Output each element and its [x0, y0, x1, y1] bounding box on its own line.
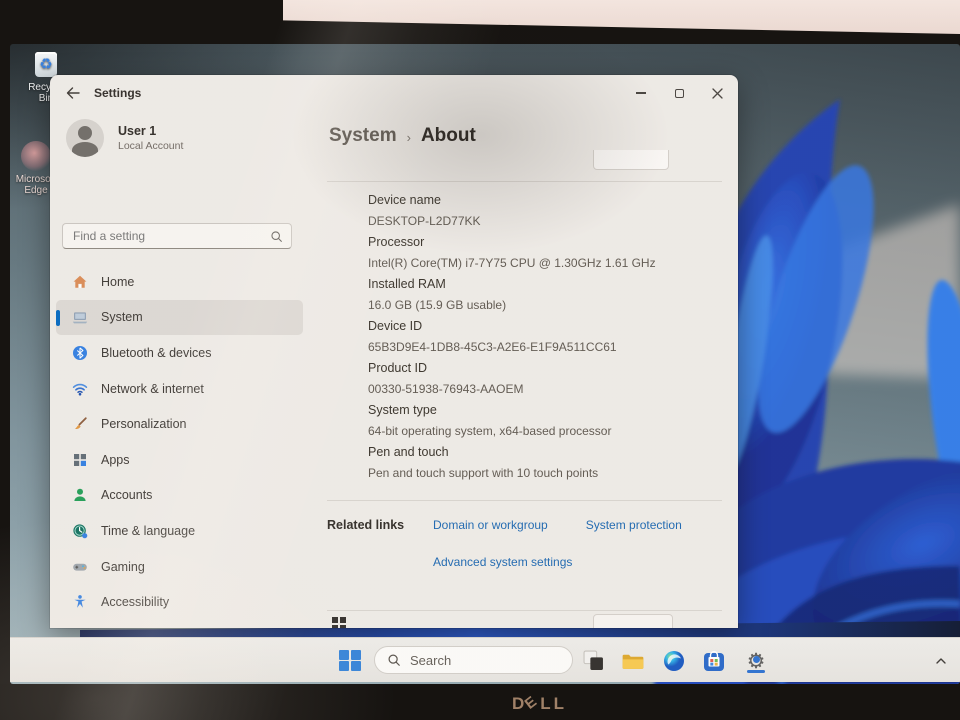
link-system-protection[interactable]: System protection	[586, 515, 682, 535]
minimize-icon	[636, 92, 646, 94]
minimize-button[interactable]	[622, 79, 660, 107]
settings-window: Settings User 1 Local Account Find a set…	[50, 75, 738, 628]
find-a-setting-input[interactable]	[63, 229, 270, 243]
sidebar-item-network-internet[interactable]: Network & internet	[56, 371, 303, 407]
sidebar-item-accounts[interactable]: Accounts	[56, 478, 303, 514]
laptop-bezel: D E LL	[0, 684, 960, 720]
sidebar-item-apps[interactable]: Apps	[56, 442, 303, 478]
divider	[327, 181, 722, 182]
edge-faded-icon	[21, 141, 51, 171]
sidebar-nav: Home System Bluetooth & devices Network …	[50, 264, 313, 628]
spec-row: System type 64-bit operating system, x64-…	[368, 403, 612, 438]
window-titlebar[interactable]: Settings	[50, 75, 738, 111]
breadcrumb-system[interactable]: System	[329, 125, 397, 147]
spec-row: Device ID 65B3D9E4-1DB8-45C3-A2E6-E1F9A51…	[368, 319, 617, 354]
paintbrush-icon	[72, 416, 88, 432]
gamepad-icon	[72, 559, 88, 575]
sidebar-item-home[interactable]: Home	[56, 264, 303, 300]
link-domain-or-workgroup[interactable]: Domain or workgroup	[433, 515, 548, 535]
sidebar-item-privacy-security[interactable]: Privacy & security	[56, 620, 303, 628]
apps-grid-icon	[72, 452, 88, 468]
breadcrumb-chevron-icon: ›	[406, 129, 411, 145]
spec-row: Device name DESKTOP-L2D77KK	[368, 193, 481, 228]
tray-overflow-button[interactable]	[928, 638, 954, 683]
folder-icon	[622, 654, 644, 669]
related-links-heading: Related links	[327, 518, 405, 532]
microsoft-store-button[interactable]	[700, 638, 728, 683]
active-app-indicator	[747, 669, 765, 673]
taskbar-search-label: Search	[410, 652, 452, 668]
accessibility-person-icon	[72, 594, 88, 610]
task-view-icon	[583, 650, 603, 670]
search-icon	[388, 654, 400, 666]
clipped-button-top	[593, 150, 669, 172]
task-view-button[interactable]	[580, 638, 606, 683]
close-icon	[711, 87, 723, 99]
sidebar-item-system[interactable]: System	[56, 299, 303, 336]
user-name: User 1	[118, 124, 157, 138]
home-icon	[72, 274, 88, 290]
taskbar: Search ⚙	[10, 637, 960, 682]
person-icon	[72, 487, 88, 503]
laptop-screen: ♻ Recycle Bin Microsoft Edge Settings Us…	[10, 44, 960, 684]
avatar	[66, 119, 104, 157]
spec-row: Processor Intel(R) Core(TM) i7-7Y75 CPU @…	[368, 235, 656, 270]
clock-globe-icon	[72, 523, 88, 539]
dell-logo: D E LL	[512, 691, 568, 713]
device-specifications: Device name DESKTOP-L2D77KK Processor Inte…	[368, 190, 728, 484]
selected-accent-bar	[56, 309, 60, 326]
windows-logo-icon	[339, 649, 361, 672]
sidebar-item-bluetooth-devices[interactable]: Bluetooth & devices	[56, 335, 303, 371]
store-icon	[704, 650, 724, 671]
edge-browser-button[interactable]	[660, 638, 688, 683]
back-button[interactable]	[60, 82, 86, 104]
wifi-icon	[72, 381, 88, 397]
settings-app-button[interactable]: ⚙	[741, 638, 771, 683]
related-links: Related links Domain or workgroup System…	[327, 515, 728, 572]
clipped-row-button[interactable]	[593, 614, 673, 628]
maximize-button[interactable]	[660, 79, 698, 107]
system-icon	[72, 309, 88, 325]
taskbar-search[interactable]: Search	[374, 646, 573, 674]
divider	[327, 500, 722, 501]
gear-center-dot	[752, 655, 760, 663]
window-title: Settings	[94, 86, 142, 100]
sidebar-item-time-language[interactable]: Time & language	[56, 513, 303, 549]
link-advanced-system-settings[interactable]: Advanced system settings	[433, 555, 572, 569]
divider	[327, 610, 722, 611]
find-a-setting-box[interactable]	[62, 223, 292, 249]
arrow-left-icon	[66, 87, 80, 99]
photo-scene: ♻ Recycle Bin Microsoft Edge Settings Us…	[0, 0, 960, 720]
close-button[interactable]	[698, 79, 736, 107]
start-button[interactable]	[336, 638, 364, 683]
background-wall	[283, 0, 960, 34]
settings-sidebar: User 1 Local Account Home	[50, 111, 313, 628]
chevron-up-icon	[936, 658, 946, 664]
search-icon	[270, 230, 283, 243]
breadcrumb: System › About	[329, 121, 476, 151]
about-page: System › About Device name DESKTOP-L2D77K…	[313, 111, 738, 628]
spec-row: Product ID 00330-51938-76943-AAOEM	[368, 361, 524, 396]
clipped-button[interactable]	[593, 150, 669, 170]
page-title: About	[420, 125, 476, 146]
sidebar-item-gaming[interactable]: Gaming	[56, 549, 303, 585]
edge-icon	[664, 650, 684, 671]
maximize-icon	[674, 88, 684, 98]
spec-row: Pen and touch Pen and touch support with …	[368, 445, 599, 480]
sidebar-item-personalization[interactable]: Personalization	[56, 406, 303, 442]
file-explorer-button[interactable]	[619, 638, 647, 683]
clipped-row-windows-icon	[332, 617, 346, 628]
user-account-type: Local Account	[118, 140, 184, 152]
bluetooth-icon	[72, 345, 88, 361]
user-account-block[interactable]: User 1 Local Account	[66, 119, 183, 157]
sidebar-item-accessibility[interactable]: Accessibility	[56, 584, 303, 620]
spec-row: Installed RAM 16.0 GB (15.9 GB usable)	[368, 277, 507, 312]
